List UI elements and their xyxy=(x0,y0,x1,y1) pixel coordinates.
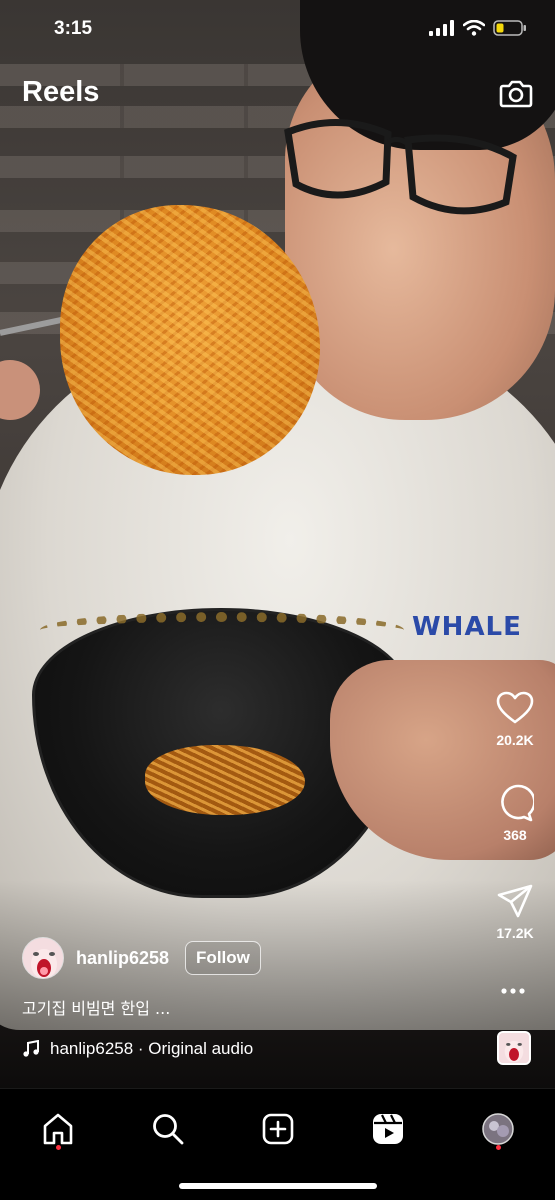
comment-bubble-icon xyxy=(501,784,534,822)
noodles-on-fork xyxy=(60,205,320,475)
noodles-in-bowl xyxy=(145,745,305,815)
home-indicator xyxy=(179,1183,377,1189)
audio-thumbnail[interactable] xyxy=(497,1031,531,1065)
notification-dot xyxy=(496,1145,501,1150)
search-icon xyxy=(153,1114,184,1145)
share-button[interactable] xyxy=(495,881,535,921)
paper-plane-icon xyxy=(497,884,533,918)
comment-button[interactable] xyxy=(495,783,535,823)
like-button[interactable] xyxy=(495,688,535,728)
plus-square-icon xyxy=(262,1113,294,1145)
nav-reels[interactable] xyxy=(366,1107,410,1151)
reel-video[interactable]: WHALE xyxy=(0,0,555,1088)
reels-icon xyxy=(373,1114,403,1144)
wifi-icon xyxy=(463,20,485,36)
comment-action: 368 xyxy=(485,783,545,843)
more-horizontal-icon[interactable] xyxy=(499,981,527,1001)
comment-count: 368 xyxy=(503,827,527,843)
nav-create[interactable] xyxy=(256,1107,300,1151)
battery-icon xyxy=(493,20,526,36)
glasses xyxy=(284,118,517,215)
share-action: 17.2K xyxy=(485,881,545,941)
shirt-print: WHALE xyxy=(412,612,522,642)
notification-dot xyxy=(56,1145,61,1150)
music-note-icon xyxy=(23,1040,39,1057)
status-bar: 3:15 xyxy=(0,0,555,60)
avatar[interactable] xyxy=(22,937,64,979)
nav-search[interactable] xyxy=(146,1107,190,1151)
cartoon-face-icon xyxy=(23,938,63,978)
status-time: 3:15 xyxy=(54,18,93,39)
camera-icon[interactable] xyxy=(499,76,533,110)
profile-avatar-icon xyxy=(482,1113,514,1145)
hand xyxy=(0,360,40,420)
signal-icon xyxy=(429,20,454,36)
heart-icon xyxy=(496,691,534,724)
audio-label: hanlip6258 · Original audio xyxy=(50,1039,254,1058)
home-icon xyxy=(43,1113,73,1145)
share-count: 17.2K xyxy=(496,925,534,941)
author-username[interactable]: hanlip6258 xyxy=(76,948,169,969)
audio-info[interactable]: hanlip6258 · Original audio xyxy=(22,1039,253,1059)
cartoon-face-icon xyxy=(499,1033,529,1063)
page-title: Reels xyxy=(22,76,100,108)
like-action: 20.2K xyxy=(485,688,545,748)
post-caption[interactable]: 고기집 비빔면 한입 ... xyxy=(22,995,170,1019)
post-author: hanlip6258 Follow xyxy=(22,937,261,979)
status-icons xyxy=(429,20,527,36)
follow-button[interactable]: Follow xyxy=(185,941,261,975)
bowl-rim-pattern xyxy=(40,612,404,648)
like-count: 20.2K xyxy=(496,732,534,748)
